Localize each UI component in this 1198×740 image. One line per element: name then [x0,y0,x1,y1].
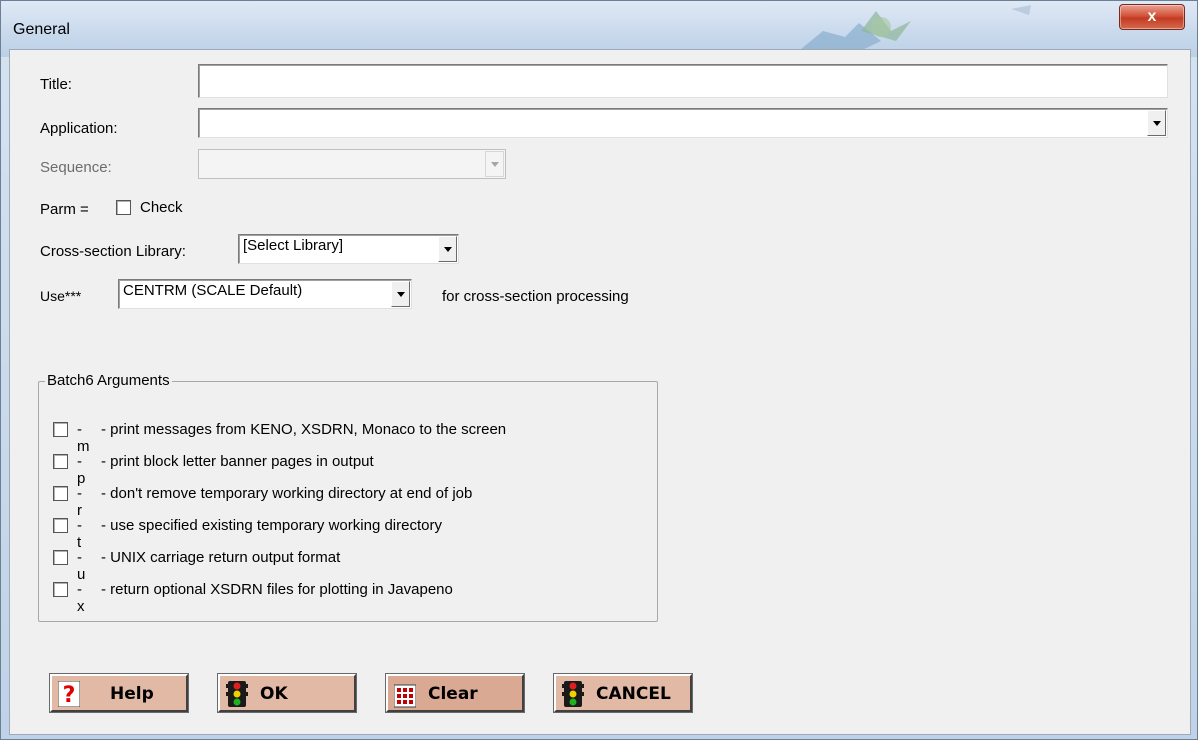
option-description: - use specified existing temporary worki… [101,517,442,534]
chevron-down-icon [1152,120,1161,126]
batch6-group-title: Batch6 Arguments [45,372,172,389]
close-button[interactable]: x [1119,4,1185,30]
cancel-button-label: CANCEL [596,684,671,704]
option-flag: -m [77,421,90,455]
xs-library-label: Cross-section Library: [40,243,186,260]
processing-code-value: CENTRM (SCALE Default) [123,282,303,299]
dialog-client-area: Title: Application: Sequence: Parm = Che… [9,49,1191,735]
option-t-checkbox[interactable] [53,518,68,533]
sequence-dropdown-arrow [485,151,504,177]
option-flag: -p [77,453,86,487]
option-flag: -t [77,517,82,551]
use-suffix-text: for cross-section processing [442,288,629,305]
application-dropdown-arrow[interactable] [1147,110,1166,136]
xs-library-value: [Select Library] [243,237,344,254]
sequence-label: Sequence: [40,159,112,176]
cancel-button[interactable]: CANCEL [553,673,693,713]
option-m-checkbox[interactable] [53,422,68,437]
chevron-down-icon [443,246,452,252]
option-flag: -u [77,549,86,583]
option-flag: -x [77,581,85,615]
xs-library-select[interactable]: [Select Library] [238,234,459,264]
option-flag: -r [77,485,82,519]
clear-button-label: Clear [428,684,478,704]
help-button-label: Help [110,684,154,704]
chevron-down-icon [396,291,405,297]
parm-check-label: Check [140,199,183,216]
option-description: - print messages from KENO, XSDRN, Monac… [101,421,507,438]
xs-library-dropdown-arrow[interactable] [438,236,457,262]
parm-label: Parm = [40,201,89,218]
processing-code-dropdown-arrow[interactable] [391,281,410,307]
traffic-light-icon [562,681,584,707]
option-r-checkbox[interactable] [53,486,68,501]
application-label: Application: [40,120,118,137]
svg-text:?: ? [63,683,76,707]
parm-check-checkbox[interactable] [116,200,131,215]
application-combo[interactable] [198,108,1168,138]
question-mark-icon: ? [58,681,80,707]
general-dialog-window: General x Title: Application: Sequence: … [0,0,1198,740]
close-icon: x [1147,8,1157,25]
traffic-light-icon [226,681,248,707]
option-p-checkbox[interactable] [53,454,68,469]
ok-button[interactable]: OK [217,673,357,713]
title-input[interactable] [198,64,1168,98]
help-button[interactable]: ? Help [49,673,189,713]
window-title: General [13,21,70,38]
option-description: - don't remove temporary working directo… [101,485,473,502]
grid-icon [394,684,416,708]
option-description: - UNIX carriage return output format [101,549,341,566]
use-label: Use*** [40,288,82,304]
option-u-checkbox[interactable] [53,550,68,565]
option-description: - return optional XSDRN files for plotti… [101,581,453,598]
batch6-arguments-group: Batch6 Arguments -m - print messages fro… [38,372,658,622]
processing-code-select[interactable]: CENTRM (SCALE Default) [118,279,412,309]
chevron-down-icon [490,161,499,167]
ok-button-label: OK [260,684,288,704]
option-description: - print block letter banner pages in out… [101,453,374,470]
sequence-combo [198,149,506,179]
option-x-checkbox[interactable] [53,582,68,597]
title-label: Title: [40,76,72,93]
clear-button[interactable]: Clear [385,673,525,713]
